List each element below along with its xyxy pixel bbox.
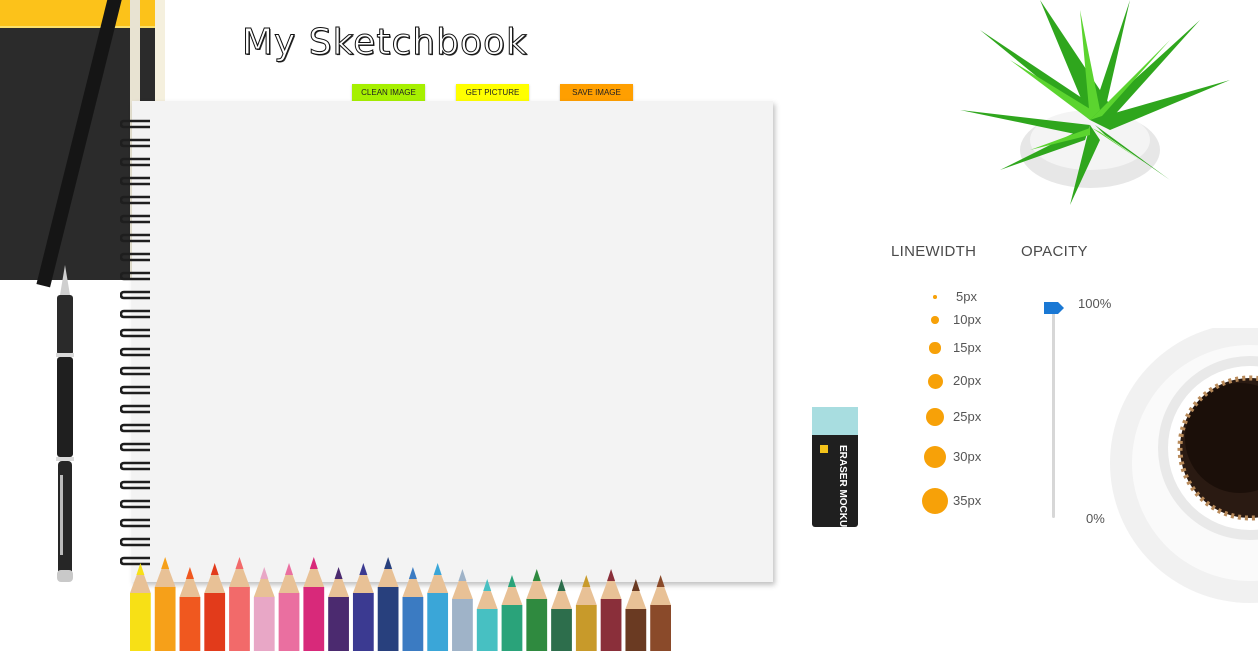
save-image-button[interactable]: SAVE IMAGE bbox=[560, 84, 633, 101]
pencil bbox=[130, 563, 151, 651]
pencil bbox=[179, 567, 201, 651]
drawing-canvas[interactable] bbox=[132, 101, 773, 582]
colored-pencils-image bbox=[130, 557, 671, 651]
spiral-ring bbox=[120, 347, 150, 357]
pencil bbox=[328, 567, 349, 651]
eraser-label: ERASER MOCKUP bbox=[837, 445, 848, 528]
spiral-ring bbox=[120, 233, 150, 243]
opacity-heading: OPACITY bbox=[1021, 243, 1088, 260]
linewidth-label: 15px bbox=[953, 340, 982, 355]
spiral-ring bbox=[120, 214, 150, 224]
linewidth-label: 35px bbox=[953, 493, 982, 508]
clean-image-button[interactable]: CLEAN IMAGE bbox=[352, 84, 425, 101]
linewidth-dot bbox=[931, 316, 939, 324]
linewidth-label: 30px bbox=[953, 449, 982, 464]
spiral-ring bbox=[120, 537, 150, 547]
pencil bbox=[501, 575, 523, 651]
pencil bbox=[204, 563, 226, 651]
spiral-ring bbox=[120, 157, 150, 167]
pencil bbox=[476, 579, 498, 651]
spiral-ring bbox=[120, 138, 150, 148]
pencil bbox=[650, 575, 671, 651]
page-title: My Sketchbook bbox=[242, 22, 528, 64]
linewidth-option-15[interactable]: 15px bbox=[918, 333, 998, 363]
spiral-ring bbox=[120, 442, 150, 452]
get-picture-button[interactable]: GET PICTURE bbox=[456, 84, 529, 101]
spiral-ring bbox=[120, 119, 150, 129]
linewidth-dot bbox=[927, 373, 943, 389]
opacity-max-label: 100% bbox=[1078, 296, 1112, 311]
opacity-slider-track[interactable] bbox=[1052, 305, 1055, 518]
opacity-min-label: 0% bbox=[1086, 511, 1105, 526]
linewidth-dot bbox=[929, 342, 941, 354]
spiral-ring bbox=[120, 499, 150, 509]
spiral-ring bbox=[120, 176, 150, 186]
pencil bbox=[377, 557, 399, 651]
spiral-ring bbox=[120, 252, 150, 262]
pencil bbox=[575, 575, 597, 651]
coffee-cup-image bbox=[1110, 328, 1258, 603]
linewidth-option-30[interactable]: 30px bbox=[918, 442, 998, 472]
pencil bbox=[278, 563, 300, 651]
spiral-ring bbox=[120, 423, 150, 433]
linewidth-dot bbox=[921, 487, 949, 515]
linewidth-option-20[interactable]: 20px bbox=[918, 366, 998, 396]
linewidth-option-25[interactable]: 25px bbox=[918, 402, 998, 432]
opacity-slider-handle[interactable] bbox=[1044, 302, 1064, 314]
pencil bbox=[402, 567, 424, 651]
pencil bbox=[253, 567, 275, 651]
potted-plant-image bbox=[960, 0, 1230, 205]
spiral-ring bbox=[120, 309, 150, 319]
pencil bbox=[154, 557, 176, 651]
spiral-ring bbox=[120, 271, 150, 281]
linewidth-label: 5px bbox=[956, 289, 977, 304]
pencil bbox=[352, 563, 374, 651]
spiral-ring bbox=[120, 461, 150, 471]
linewidth-option-10[interactable]: 10px bbox=[918, 305, 998, 335]
pencil bbox=[551, 579, 572, 651]
linewidth-dot bbox=[925, 407, 945, 427]
spiral-ring bbox=[120, 366, 150, 376]
spiral-ring bbox=[120, 195, 150, 205]
pencil bbox=[625, 579, 647, 651]
linewidth-label: 10px bbox=[953, 312, 982, 327]
linewidth-dot bbox=[933, 295, 937, 299]
linewidth-label: 25px bbox=[953, 409, 982, 424]
pencil bbox=[526, 569, 548, 651]
spiral-ring bbox=[120, 480, 150, 490]
eraser-image: ERASER MOCKUP bbox=[812, 407, 858, 528]
fountain-pen-image bbox=[56, 265, 74, 582]
linewidth-option-35[interactable]: 35px bbox=[918, 486, 998, 516]
spiral-ring bbox=[120, 518, 150, 528]
pencil bbox=[427, 563, 449, 651]
linewidth-label: 20px bbox=[953, 373, 982, 388]
spiral-ring bbox=[120, 328, 150, 338]
spiral-ring bbox=[120, 290, 150, 300]
spiral-binding bbox=[120, 119, 150, 566]
pencil bbox=[600, 569, 622, 651]
linewidth-heading: LINEWIDTH bbox=[891, 243, 977, 260]
spiral-ring bbox=[120, 385, 150, 395]
spiral-ring bbox=[120, 404, 150, 414]
linewidth-dot bbox=[923, 445, 947, 469]
pencil bbox=[452, 569, 473, 651]
pencil bbox=[303, 557, 325, 651]
pencil bbox=[229, 557, 250, 651]
